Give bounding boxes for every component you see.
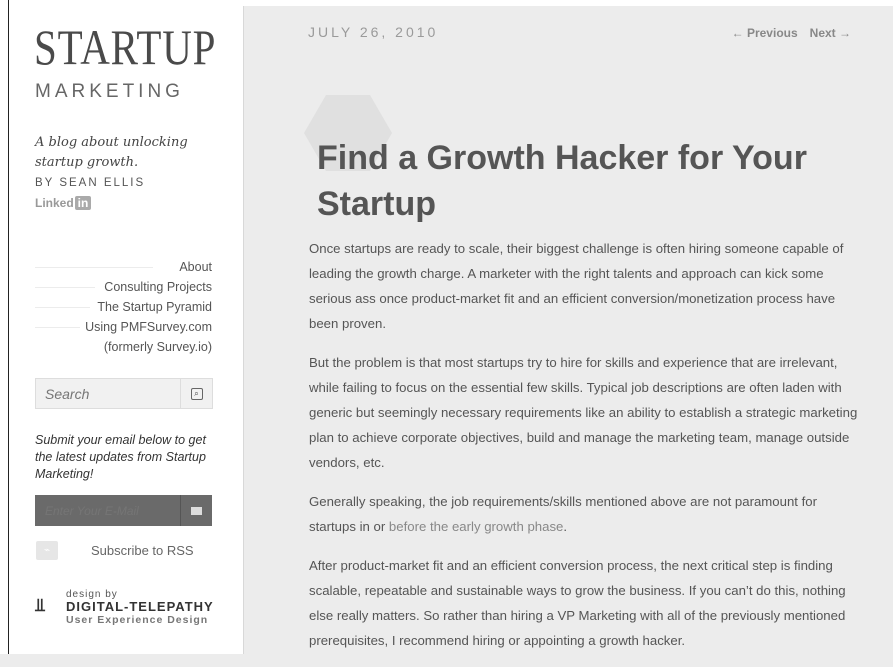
nav-divider — [35, 327, 80, 328]
sidebar-nav: About Consulting Projects The Startup Py… — [35, 257, 212, 357]
email-input[interactable] — [35, 495, 179, 526]
nav-item-label: The Startup Pyramid — [97, 300, 212, 314]
digital-telepathy-logo-icon: ⫫ — [35, 595, 46, 615]
site-tagline: A blog about unlocking startup growth. — [35, 135, 188, 170]
nav-item-label: (formerly Survey.io) — [103, 340, 212, 354]
email-submit-button[interactable] — [180, 495, 212, 526]
search-box: ⌕ — [35, 378, 213, 409]
envelope-icon — [191, 506, 202, 515]
nav-item-pmfsurvey[interactable]: Using PMFSurvey.com — [35, 317, 212, 337]
post-body: Once startups are ready to scale, their … — [309, 236, 859, 667]
nav-item-startup-pyramid[interactable]: The Startup Pyramid — [35, 297, 212, 317]
post-area: JULY 26, 2010 ← Previous Next → Find a Gr… — [244, 6, 893, 654]
site-logo[interactable]: STARTUP — [34, 22, 216, 72]
credit-company-name: DIGITAL-TELEPATHY — [66, 599, 214, 614]
email-subscribe-box — [35, 495, 212, 526]
post-text: . — [563, 519, 568, 534]
nav-item-label: Consulting Projects — [104, 280, 212, 294]
rss-icon[interactable]: ⌁ — [36, 541, 58, 560]
window-left-border — [0, 0, 9, 654]
nav-divider — [35, 267, 153, 268]
post-title: Find a Growth Hacker for Your Startup — [317, 138, 807, 223]
next-post-link[interactable]: Next → — [810, 26, 851, 40]
nav-item-about[interactable]: About — [35, 257, 212, 277]
subscribe-prompt: Submit your email below to get the lates… — [35, 433, 206, 481]
nav-divider — [35, 287, 95, 288]
nav-divider — [35, 307, 90, 308]
search-button[interactable]: ⌕ — [180, 379, 212, 408]
previous-post-link[interactable]: ← Previous — [732, 26, 798, 40]
post-paragraph: Once startups are ready to scale, their … — [309, 241, 844, 331]
nav-item-consulting-projects[interactable]: Consulting Projects — [35, 277, 212, 297]
author-byline: BY SEAN ELLIS — [35, 177, 146, 189]
early-growth-phase-link[interactable]: before the early growth phase — [389, 519, 563, 534]
post-paragraph: But the problem is that most startups tr… — [309, 355, 858, 470]
credit-description: User Experience Design — [66, 614, 209, 626]
site-logo-subtitle[interactable]: MARKETING — [35, 81, 184, 103]
sidebar: STARTUP MARKETING A blog about unlocking… — [9, 6, 244, 654]
post-pagination: ← Previous Next → — [720, 26, 851, 40]
nav-item-label: About — [179, 260, 212, 274]
nav-item-surveyio[interactable]: (formerly Survey.io) — [35, 337, 212, 357]
post-paragraph: Generally speaking, the job requirements… — [309, 489, 859, 539]
search-icon: ⌕ — [190, 387, 203, 400]
post-paragraph: After product-market fit and an efficien… — [309, 558, 846, 648]
linkedin-icon: in — [74, 196, 92, 210]
subscribe-rss-link[interactable]: Subscribe to RSS — [91, 543, 194, 558]
linkedin-text: Linked — [35, 196, 74, 210]
search-input[interactable] — [36, 379, 180, 408]
nav-item-label: Using PMFSurvey.com — [85, 320, 212, 334]
post-date: JULY 26, 2010 — [308, 24, 439, 40]
linkedin-link[interactable]: Linked in — [35, 196, 92, 210]
